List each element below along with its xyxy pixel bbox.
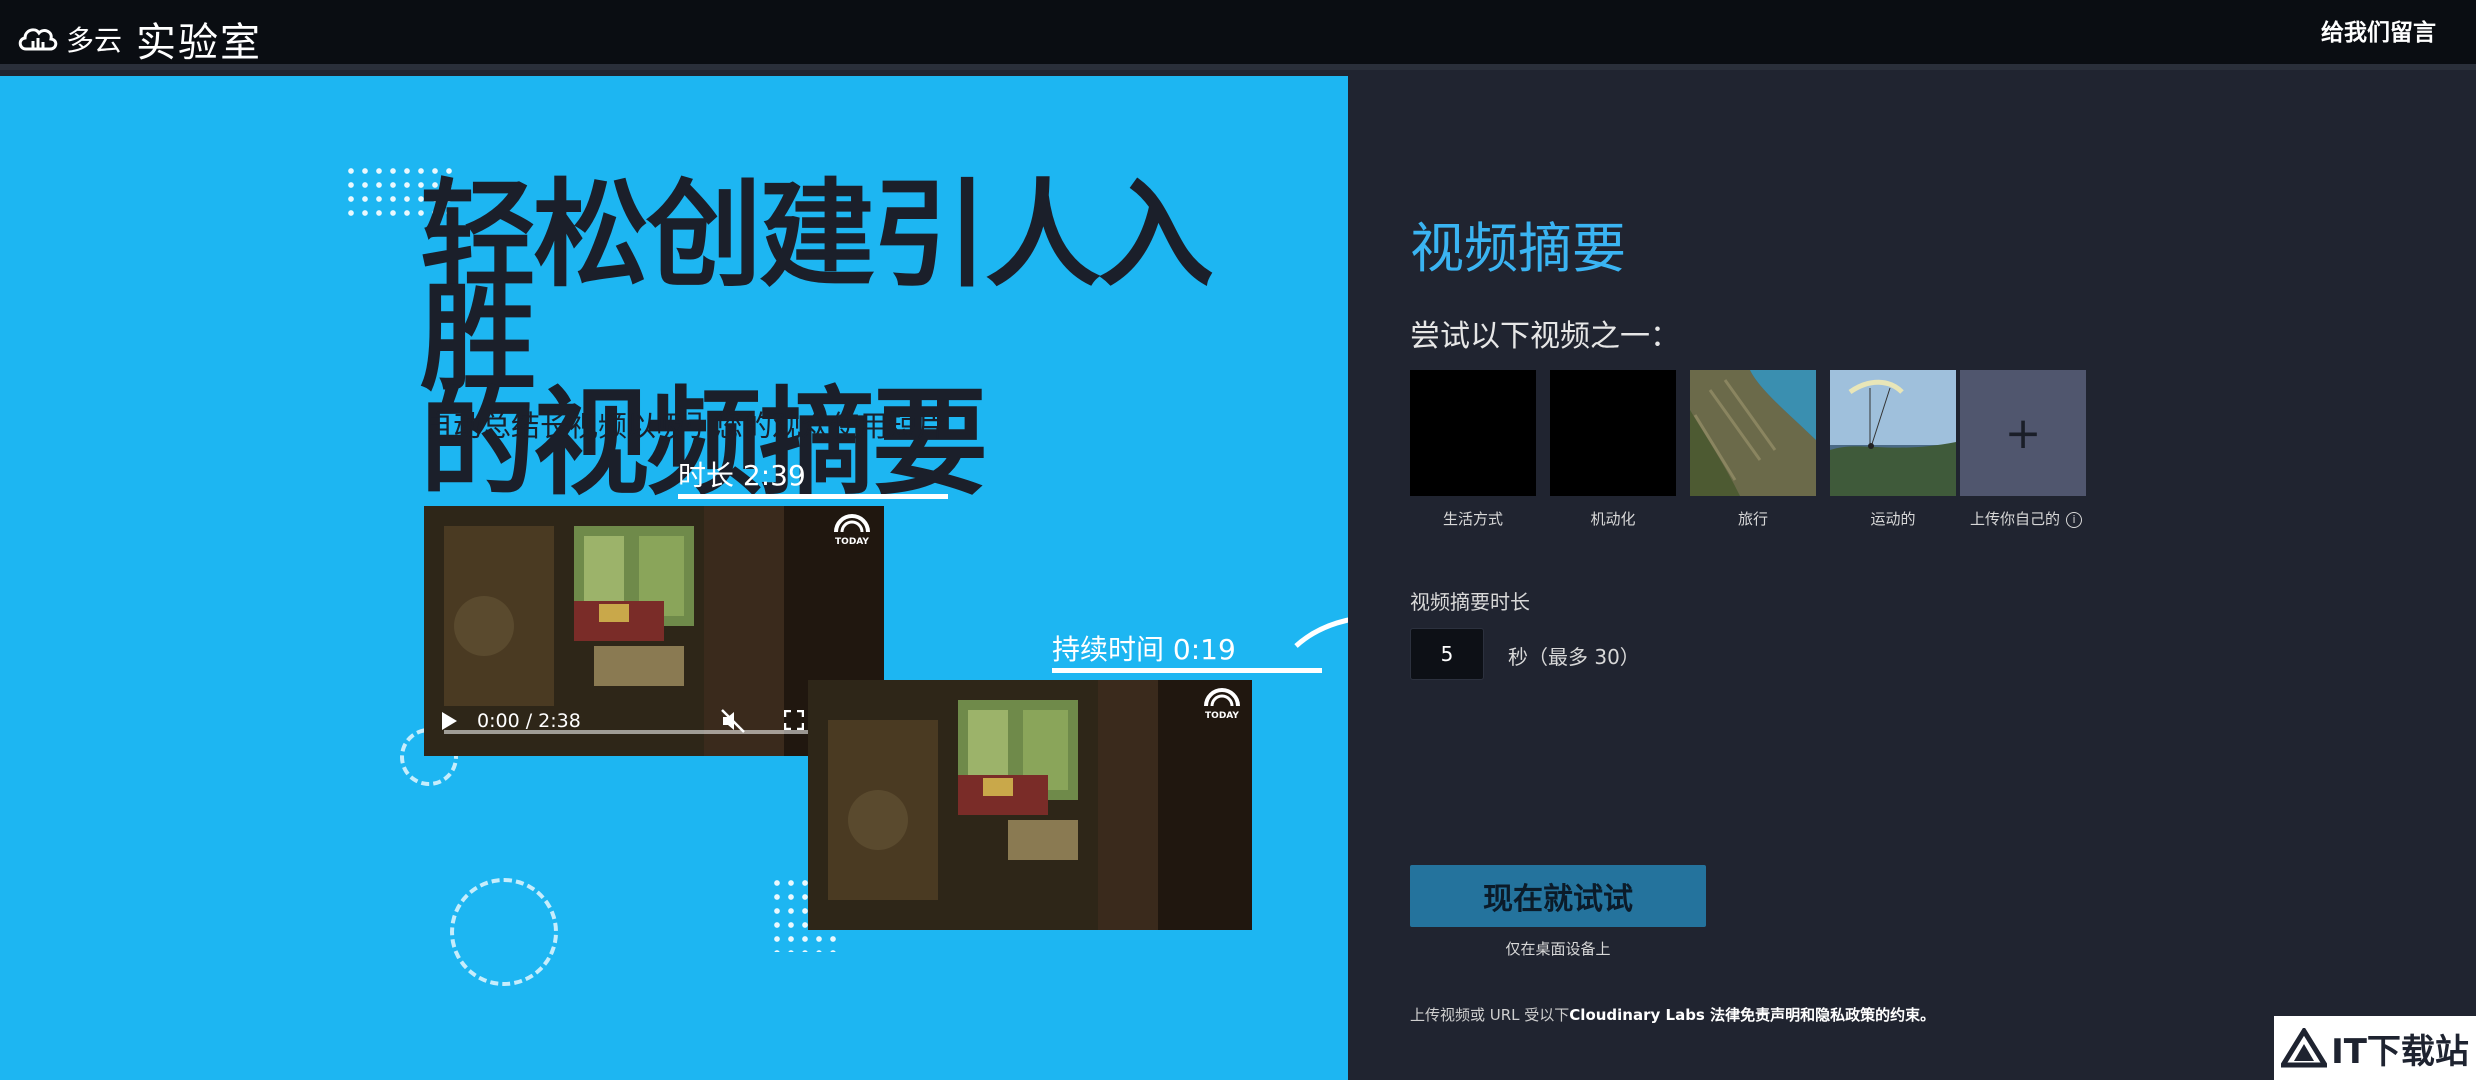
upload-label-text: 上传你自己的 xyxy=(1969,510,2060,528)
play-icon[interactable] xyxy=(442,712,457,730)
top-bar: 多云 实验室 给我们留言 xyxy=(0,0,2476,70)
today-logo-icon: TODAY xyxy=(1204,688,1240,720)
summary-length-suffix: 秒（最多 30） xyxy=(1508,645,1640,669)
decorative-circle xyxy=(450,878,558,986)
triangle-logo-icon xyxy=(2281,1028,2328,1068)
sample-label: 生活方式 xyxy=(1442,510,1503,528)
info-icon[interactable]: i xyxy=(2066,511,2082,528)
duration-underline xyxy=(1052,668,1322,673)
sample-label: 运动的 xyxy=(1870,510,1916,528)
watermark-text: IT下载站 xyxy=(2331,1031,2469,1072)
brand-lab: 实验室 xyxy=(136,20,263,66)
site-watermark: IT下载站 xyxy=(2274,1016,2476,1080)
hero-section: 轻松创建引人入胜 的视频摘要 自动总结长视频以吸引您的观众使用短片 时长 2:3… xyxy=(0,76,1348,1080)
summary-video-preview[interactable]: TODAY xyxy=(808,680,1252,930)
demo-panel: 视频摘要 尝试以下视频之一： 生活方式 机动化 旅行 运动的 + 上传你自己的 i xyxy=(1348,76,2476,1080)
summary-length-label: 视频摘要时长 xyxy=(1410,590,1530,614)
cloud-icon xyxy=(18,28,58,51)
feedback-link[interactable]: 给我们留言 xyxy=(2321,13,2436,47)
summary-duration-label: 持续时间 0:19 xyxy=(1052,633,1236,666)
video-progress-bar[interactable] xyxy=(444,730,834,734)
sample-video-sports[interactable] xyxy=(1830,370,1956,496)
legal-link[interactable]: Cloudinary Labs 法律免责声明和隐私政策的约束。 xyxy=(1569,1006,1935,1024)
paraglider-thumbnail-image xyxy=(1830,370,1956,496)
fullscreen-icon[interactable] xyxy=(784,710,804,730)
svg-text:TODAY: TODAY xyxy=(835,537,869,546)
upload-label: 上传你自己的 i xyxy=(1956,508,2096,529)
hero-subheading: 自动总结长视频以吸引您的观众使用短片 xyxy=(424,409,947,443)
brand-logo[interactable]: 多云 实验室 xyxy=(16,10,262,68)
legal-prefix: 上传视频或 URL 受以下 xyxy=(1410,1006,1570,1024)
desktop-only-note: 仅在桌面设备上 xyxy=(1505,940,1611,958)
duration-underline xyxy=(678,494,948,499)
svg-text:TODAY: TODAY xyxy=(1205,711,1239,720)
sample-prompt: 尝试以下视频之一： xyxy=(1410,319,1680,354)
hero-headline: 轻松创建引人入胜 的视频摘要 xyxy=(420,178,1320,502)
upload-video-button[interactable]: + xyxy=(1960,370,2086,496)
legal-notice: 上传视频或 URL 受以下Cloudinary Labs 法律免责声明和隐私政策… xyxy=(1410,1004,1935,1025)
panel-title: 视频摘要 xyxy=(1410,217,1626,280)
original-duration-label: 时长 2:39 xyxy=(678,459,806,492)
headline-line-1: 轻松创建引人入胜 xyxy=(420,168,1214,407)
try-now-button[interactable]: 现在就试试 xyxy=(1410,865,1706,927)
plus-icon: + xyxy=(2004,407,2042,459)
today-logo-icon: TODAY xyxy=(834,514,870,546)
video-frame-image xyxy=(808,680,1252,930)
sample-video-motorized[interactable] xyxy=(1550,370,1676,496)
sample-label: 机动化 xyxy=(1590,510,1636,528)
sample-label: 旅行 xyxy=(1737,510,1768,528)
coastline-thumbnail-image xyxy=(1690,370,1816,496)
video-time: 0:00 / 2:38 xyxy=(477,710,581,732)
summary-length-input[interactable] xyxy=(1410,628,1484,680)
sample-video-lifestyle[interactable] xyxy=(1410,370,1536,496)
sample-video-travel[interactable] xyxy=(1690,370,1816,496)
brand-name: 多云 xyxy=(66,24,123,57)
